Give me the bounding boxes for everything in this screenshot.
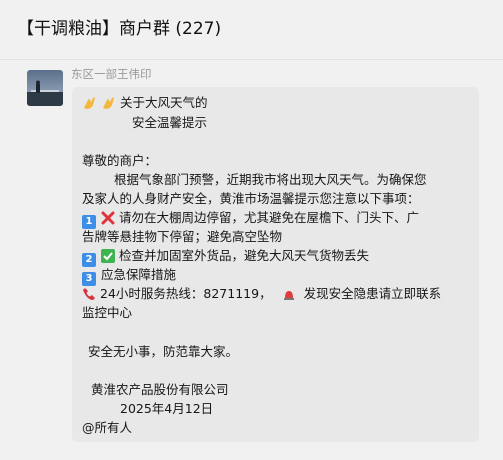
police-light-icon (282, 287, 296, 305)
sender-name[interactable]: 东区一部王伟印 (71, 66, 152, 82)
clapping-hands-icon (82, 96, 97, 114)
keycap-1-icon: 1 (82, 215, 96, 229)
telephone-receiver-icon (82, 287, 96, 305)
item-3-text: 应急保障措施 (101, 267, 177, 282)
notice-title: 关于大风天气的 (120, 95, 208, 110)
date-text: 2025年4月12日 (120, 401, 214, 416)
hotline-text: 24小时服务热线：8271119， (100, 286, 272, 301)
item-2: 2 检查并加固室外货品，避免大风天气货物丢失 (82, 247, 369, 267)
body-line-1: 根据气象部门预警，近期我市将出现大风天气。为确保您 (114, 172, 427, 187)
report-text: 发现安全隐患请立即联系 (303, 286, 442, 301)
greeting: 尊敬的商户： (82, 153, 158, 168)
body-line-2: 及家人的人身财产安全，黄淮市场温馨提示您注意以下事项： (82, 191, 420, 206)
report-line-2: 监控中心 (82, 305, 133, 320)
check-mark-button-icon (101, 249, 115, 267)
mention-all[interactable]: @所有人 (82, 419, 132, 436)
clapping-hands-icon (101, 96, 116, 114)
hotline-line: 24小时服务热线：8271119， 发现安全隐患请立即联系 (82, 285, 441, 305)
closing-text: 安全无小事，防范靠大家。 (88, 344, 239, 359)
notice-subtitle: 安全温馨提示 (132, 115, 208, 130)
avatar-image (27, 70, 63, 106)
cross-mark-icon (101, 211, 115, 229)
item-1-text: 请勿在大棚周边停留，尤其避免在屋檐下、门头下、广 (119, 210, 420, 225)
avatar[interactable] (27, 70, 63, 106)
keycap-3-icon: 3 (82, 272, 96, 286)
chat-title: 【干调粮油】商户群 (227) (17, 19, 222, 39)
title-line-1: 关于大风天气的 (82, 94, 208, 114)
keycap-2-icon: 2 (82, 253, 96, 267)
item-1-line-2: 告牌等悬挂物下停留；避免高空坠物 (82, 229, 283, 244)
chat-header: 【干调粮油】商户群 (227) (0, 0, 503, 60)
item-2-text: 检查并加固室外货品，避免大风天气货物丢失 (119, 248, 370, 263)
company-name: 黄淮农产品股份有限公司 (91, 382, 229, 397)
item-3: 3 应急保障措施 (82, 266, 176, 286)
item-1: 1 请勿在大棚周边停留，尤其避免在屋檐下、门头下、广 (82, 209, 419, 229)
